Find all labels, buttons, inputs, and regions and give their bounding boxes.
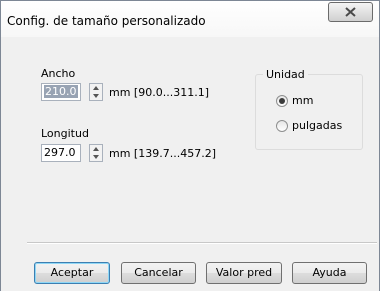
help-button[interactable]: Ayuda bbox=[292, 262, 367, 284]
close-button[interactable] bbox=[328, 2, 373, 22]
accept-button[interactable]: Aceptar bbox=[34, 262, 110, 284]
arrow-up-icon bbox=[93, 86, 99, 90]
arrow-up-icon bbox=[93, 147, 99, 151]
width-spin-down-button[interactable] bbox=[90, 92, 102, 100]
arrow-down-icon bbox=[93, 94, 99, 98]
width-spinner[interactable] bbox=[89, 83, 103, 101]
length-spin-up-button[interactable] bbox=[90, 145, 102, 153]
width-value: 210.0 bbox=[44, 85, 78, 98]
length-value: 297.0 bbox=[44, 146, 76, 159]
radio-pulgadas-label[interactable]: pulgadas bbox=[292, 119, 342, 132]
radio-pulgadas[interactable] bbox=[276, 120, 288, 132]
length-spin-down-button[interactable] bbox=[90, 153, 102, 161]
default-values-button[interactable]: Valor pred bbox=[206, 262, 282, 284]
arrow-down-icon bbox=[93, 155, 99, 159]
unit-groupbox bbox=[255, 74, 363, 150]
width-input[interactable]: 210.0 bbox=[41, 83, 81, 101]
width-range: mm [90.0...311.1] bbox=[109, 86, 209, 99]
unit-group-title: Unidad bbox=[263, 68, 308, 81]
length-range: mm [139.7...457.2] bbox=[109, 147, 216, 160]
dialog-title: Config. de tamaño personalizado bbox=[7, 14, 206, 28]
separator-line bbox=[27, 242, 377, 244]
width-spin-up-button[interactable] bbox=[90, 84, 102, 92]
length-label: Longitud bbox=[41, 127, 89, 140]
length-input[interactable]: 297.0 bbox=[41, 144, 81, 162]
dialog-content: Ancho 210.0 mm [90.0...311.1] Longitud 2… bbox=[1, 37, 379, 291]
radio-mm[interactable] bbox=[276, 95, 288, 107]
radio-selected-dot bbox=[279, 98, 285, 104]
radio-mm-label[interactable]: mm bbox=[292, 94, 313, 107]
width-label: Ancho bbox=[41, 67, 76, 80]
close-icon bbox=[345, 7, 356, 17]
length-spinner[interactable] bbox=[89, 144, 103, 162]
cancel-button[interactable]: Cancelar bbox=[121, 262, 196, 284]
title-bar[interactable]: Config. de tamaño personalizado bbox=[1, 1, 379, 37]
dialog-window: Config. de tamaño personalizado Ancho 21… bbox=[0, 0, 380, 291]
